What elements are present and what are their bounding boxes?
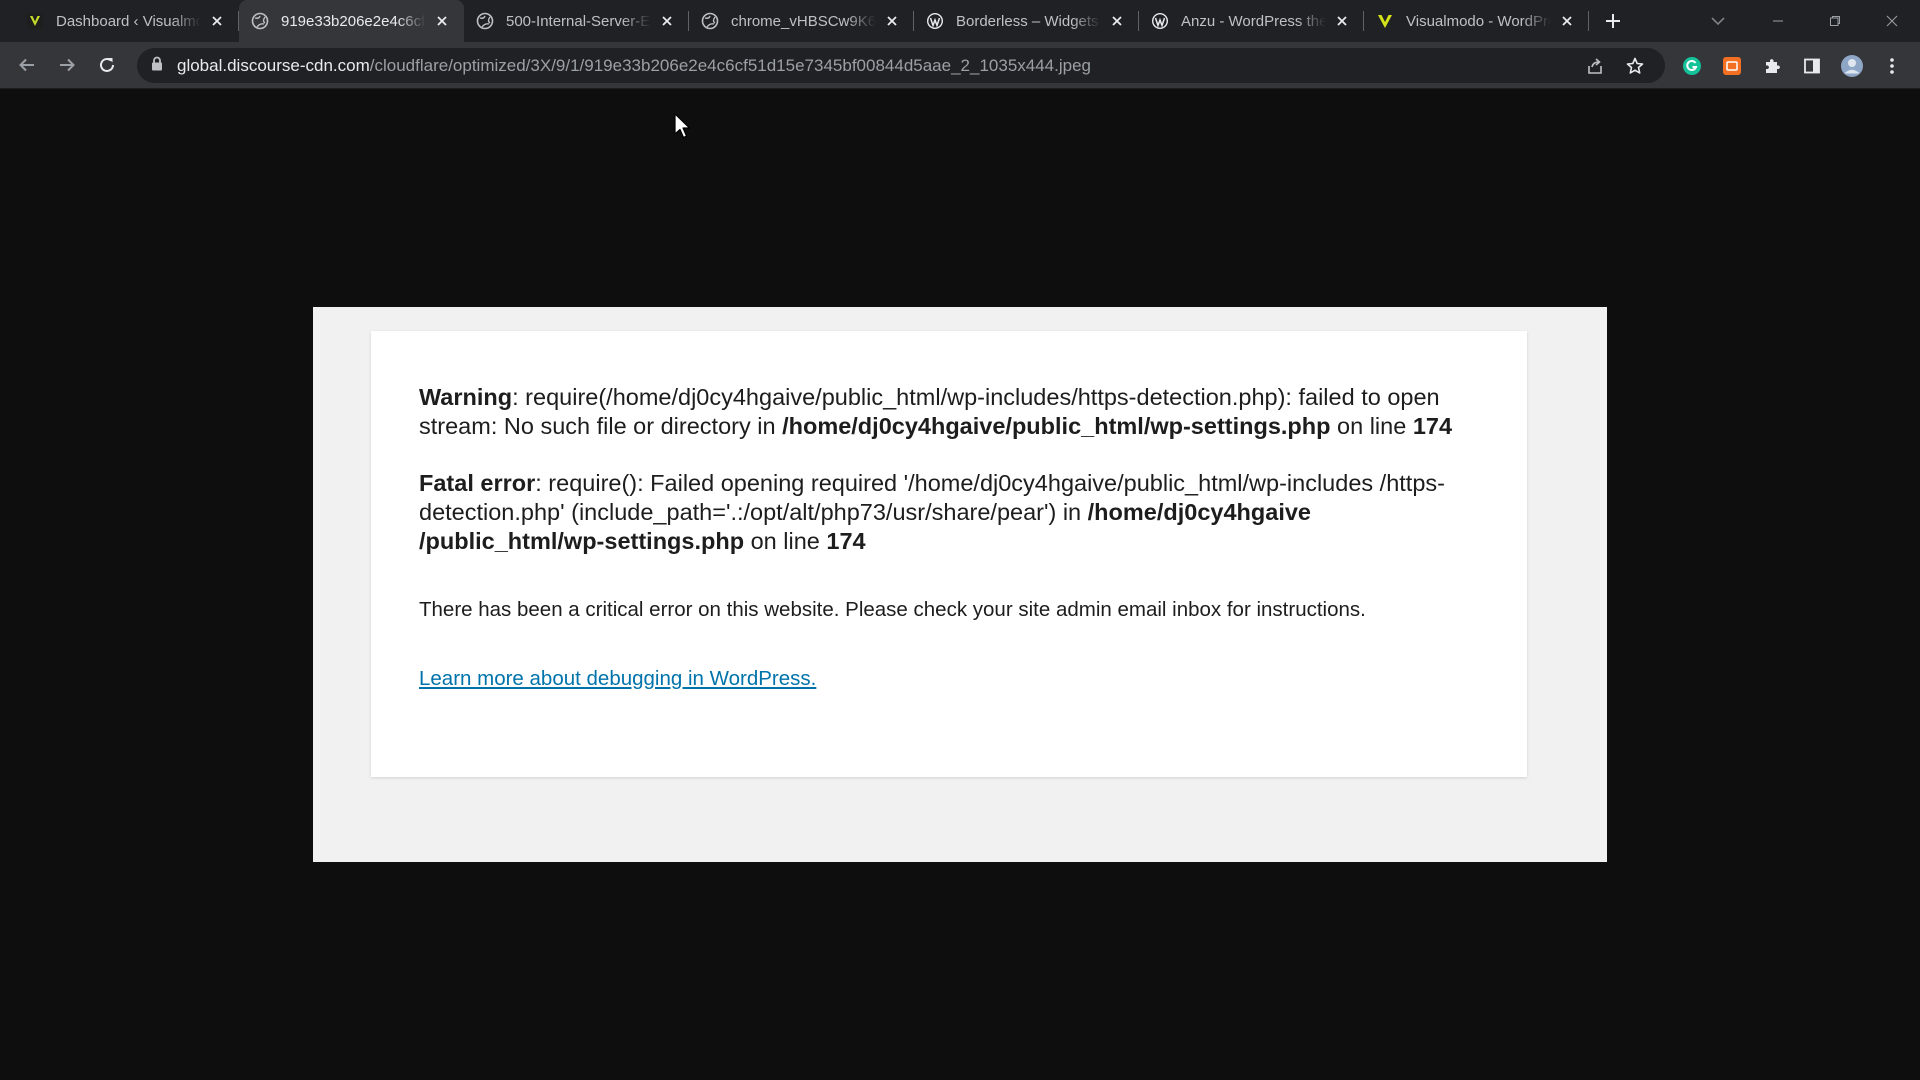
tab-search-button[interactable] <box>1700 6 1736 36</box>
close-icon[interactable] <box>432 11 452 31</box>
wp-error-card: Warning: require(/home/dj0cy4hgaive/publ… <box>371 331 1527 777</box>
back-button[interactable] <box>7 45 47 85</box>
error-screenshot-image: Warning: require(/home/dj0cy4hgaive/publ… <box>313 307 1607 862</box>
orange-extension-button[interactable] <box>1712 46 1752 86</box>
page-viewport: Warning: require(/home/dj0cy4hgaive/publ… <box>0 89 1920 1080</box>
warning-line-number: 174 <box>1412 413 1453 439</box>
kebab-menu-icon <box>1890 58 1894 74</box>
minimize-button[interactable] <box>1749 0 1806 42</box>
window-controls <box>1749 0 1920 42</box>
extension-badge-icon <box>1723 57 1741 75</box>
tab-500-error[interactable]: 500-Internal-Server-Error <box>464 0 689 42</box>
debugging-link: Learn more about debugging in WordPress. <box>419 667 817 690</box>
close-icon[interactable] <box>1107 11 1127 31</box>
globe-icon <box>476 12 494 30</box>
fatal-line-number: 174 <box>826 528 866 554</box>
avatar <box>1841 55 1863 77</box>
back-arrow-icon <box>19 58 34 72</box>
side-panel-button[interactable] <box>1792 46 1832 86</box>
tab-title: Anzu - WordPress theme <box>1181 12 1326 30</box>
menu-button[interactable] <box>1872 46 1912 86</box>
extensions-button[interactable] <box>1752 46 1792 86</box>
grammarly-icon <box>1683 57 1701 75</box>
close-icon[interactable] <box>207 11 227 31</box>
share-button[interactable] <box>1575 50 1615 81</box>
close-icon[interactable] <box>657 11 677 31</box>
lock-icon[interactable] <box>151 56 163 76</box>
tab-dashboard[interactable]: Dashboard ‹ Visualmodo <box>14 0 239 42</box>
warning-file: /home/dj0cy4hgaive/public_html/wp-settin… <box>782 413 1331 439</box>
warning-message: Warning: require(/home/dj0cy4hgaive/publ… <box>419 383 1479 441</box>
url-path: /cloudflare/optimized/3X/9/1/919e33b206e… <box>369 55 1091 75</box>
chevron-down-icon <box>1711 17 1725 26</box>
reload-button[interactable] <box>87 45 127 85</box>
fatal-error-message: Fatal error: require(): Failed opening r… <box>419 469 1479 556</box>
tab-title: Dashboard ‹ Visualmodo <box>56 12 201 30</box>
forward-button[interactable] <box>47 45 87 85</box>
fatal-line-prefix: on line <box>744 528 827 554</box>
minimize-icon <box>1772 20 1783 22</box>
globe-icon <box>251 12 269 30</box>
tab-title: Visualmodo - WordPress <box>1406 12 1551 30</box>
close-icon[interactable] <box>882 11 902 31</box>
globe-icon <box>701 12 719 30</box>
bookmark-button[interactable] <box>1615 50 1655 81</box>
tab-title: Borderless – Widgets <box>956 12 1099 30</box>
visualmodo-icon <box>26 12 44 30</box>
plus-icon <box>1606 14 1620 28</box>
visualmodo-icon <box>1376 12 1394 30</box>
close-icon[interactable] <box>1557 11 1577 31</box>
restore-icon <box>1829 16 1840 26</box>
tab-visualmodo-wordpress[interactable]: Visualmodo - WordPress <box>1364 0 1589 42</box>
puzzle-icon <box>1766 59 1780 73</box>
star-icon <box>1626 57 1644 74</box>
close-window-button[interactable] <box>1863 0 1920 42</box>
reload-icon <box>100 57 114 72</box>
tab-divider <box>1588 11 1589 31</box>
warning-label: Warning <box>419 384 513 410</box>
mouse-cursor-icon <box>674 113 691 139</box>
warning-line-prefix: on line <box>1330 413 1413 439</box>
forward-arrow-icon <box>60 58 75 72</box>
tab-image-active[interactable]: 919e33b206e2e4c6cf51 <box>239 0 464 42</box>
tab-borderless-widgets[interactable]: Borderless – Widgets <box>914 0 1139 42</box>
restore-button[interactable] <box>1806 0 1863 42</box>
tab-strip: Dashboard ‹ Visualmodo 919e33b206e2e4c6c… <box>0 0 1920 42</box>
tab-chrome-image[interactable]: chrome_vHBSCw9K6V <box>689 0 914 42</box>
extensions-area <box>1672 46 1912 86</box>
grammarly-extension-button[interactable] <box>1672 46 1712 86</box>
address-bar[interactable]: global.discourse-cdn.com/cloudflare/opti… <box>137 48 1665 83</box>
profile-button[interactable] <box>1832 46 1872 86</box>
critical-error-message: There has been a critical error on this … <box>419 598 1366 621</box>
side-panel-icon <box>1804 58 1820 74</box>
wordpress-icon <box>1151 12 1169 30</box>
url-text: global.discourse-cdn.com/cloudflare/opti… <box>177 56 1091 76</box>
close-window-icon <box>1886 15 1897 27</box>
fatal-label: Fatal error <box>419 470 536 496</box>
tab-anzu-theme[interactable]: Anzu - WordPress theme <box>1139 0 1364 42</box>
browser-toolbar: global.discourse-cdn.com/cloudflare/opti… <box>0 42 1920 89</box>
close-icon[interactable] <box>1332 11 1352 31</box>
new-tab-button[interactable] <box>1595 3 1631 39</box>
tab-title: 500-Internal-Server-Error <box>506 12 651 30</box>
share-icon <box>1588 57 1602 74</box>
url-host: global.discourse-cdn.com <box>177 55 370 75</box>
wordpress-icon <box>926 12 944 30</box>
tab-title: 919e33b206e2e4c6cf51 <box>281 12 426 30</box>
tab-title: chrome_vHBSCw9K6V <box>731 12 876 30</box>
